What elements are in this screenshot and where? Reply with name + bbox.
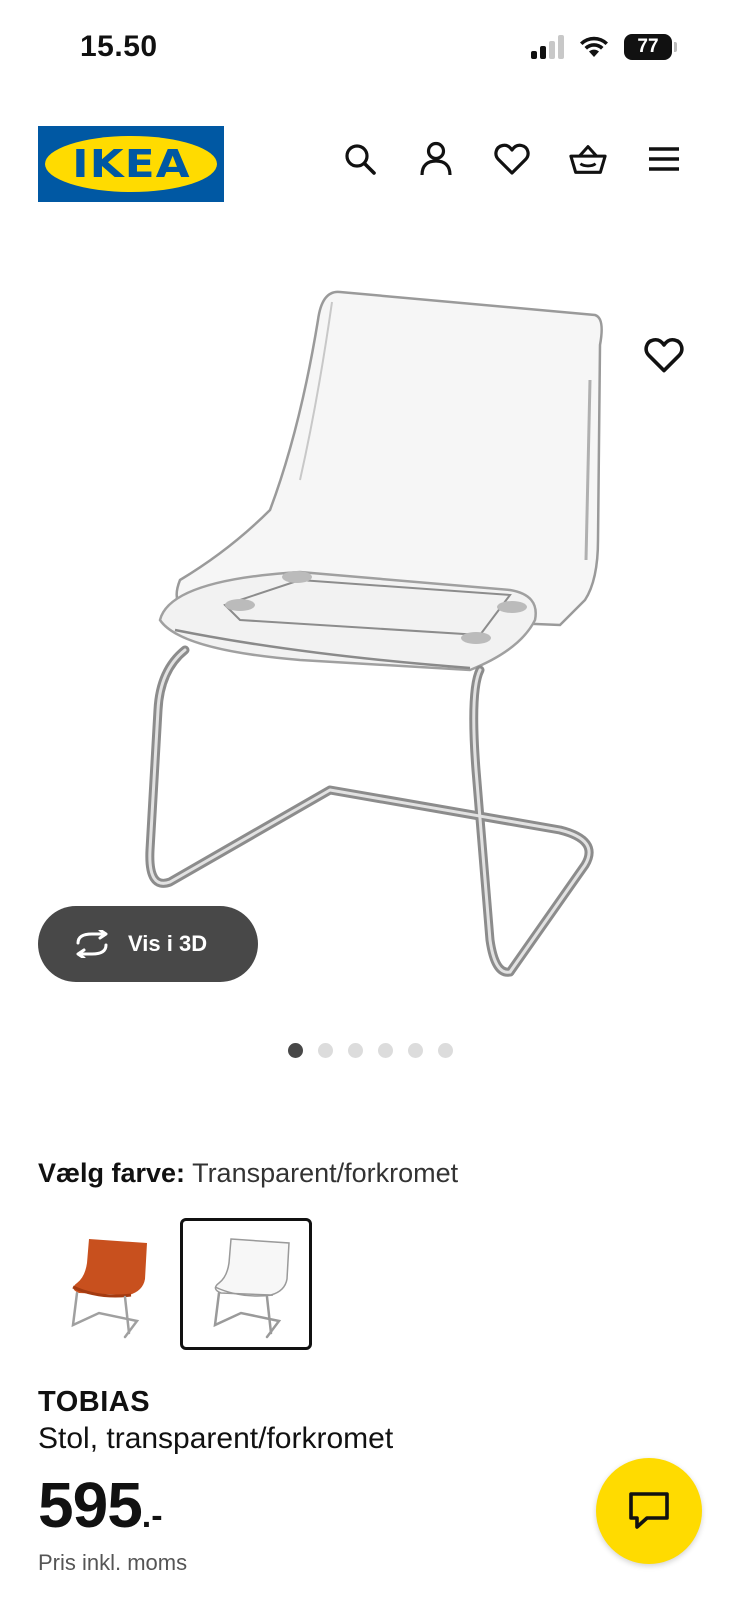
- ikea-logo[interactable]: IKEA: [38, 126, 224, 202]
- header-nav: [341, 140, 683, 178]
- view-in-3d-button[interactable]: Vis i 3D: [38, 906, 258, 982]
- chat-button[interactable]: [596, 1458, 702, 1564]
- battery-level: 77: [624, 34, 672, 60]
- price-suffix: .-: [141, 1497, 163, 1535]
- pagination-dot[interactable]: [408, 1043, 423, 1058]
- color-label: Vælg farve:: [38, 1158, 186, 1188]
- battery-icon: 77: [624, 34, 677, 60]
- header: IKEA: [0, 126, 739, 202]
- color-swatches: [38, 1218, 312, 1350]
- swatch-orange[interactable]: [38, 1218, 170, 1350]
- color-value: Transparent/forkromet: [192, 1158, 459, 1188]
- pagination-dot[interactable]: [288, 1043, 303, 1058]
- basket-icon[interactable]: [569, 140, 607, 178]
- pagination-dot[interactable]: [348, 1043, 363, 1058]
- favorites-icon[interactable]: [493, 140, 531, 178]
- status-time: 15.50: [80, 30, 158, 63]
- price-note: Pris inkl. moms: [38, 1550, 188, 1575]
- add-to-favorites-icon[interactable]: [644, 336, 684, 376]
- product-name: TOBIAS: [38, 1386, 151, 1418]
- product-price: 595 .-: [38, 1468, 163, 1542]
- pagination-dot[interactable]: [438, 1043, 453, 1058]
- signal-icon: [531, 35, 564, 59]
- color-selection: Vælg farve: Transparent/forkromet: [38, 1158, 458, 1189]
- gallery-pagination: [0, 1043, 739, 1058]
- view-in-3d-label: Vis i 3D: [128, 931, 208, 956]
- status-icons: 77: [531, 34, 677, 60]
- logo-text: IKEA: [71, 142, 191, 186]
- status-bar: 15.50 77: [0, 0, 739, 100]
- account-icon[interactable]: [417, 140, 455, 178]
- menu-icon[interactable]: [645, 140, 683, 178]
- price-amount: 595: [38, 1469, 143, 1541]
- product-description: Stol, transparent/forkromet: [38, 1422, 394, 1455]
- search-icon[interactable]: [341, 140, 379, 178]
- wifi-icon: [580, 36, 608, 57]
- pagination-dot[interactable]: [378, 1043, 393, 1058]
- pagination-dot[interactable]: [318, 1043, 333, 1058]
- swatch-transparent[interactable]: [180, 1218, 312, 1350]
- chat-icon: [629, 1492, 669, 1529]
- rotate-3d-icon: [76, 930, 108, 958]
